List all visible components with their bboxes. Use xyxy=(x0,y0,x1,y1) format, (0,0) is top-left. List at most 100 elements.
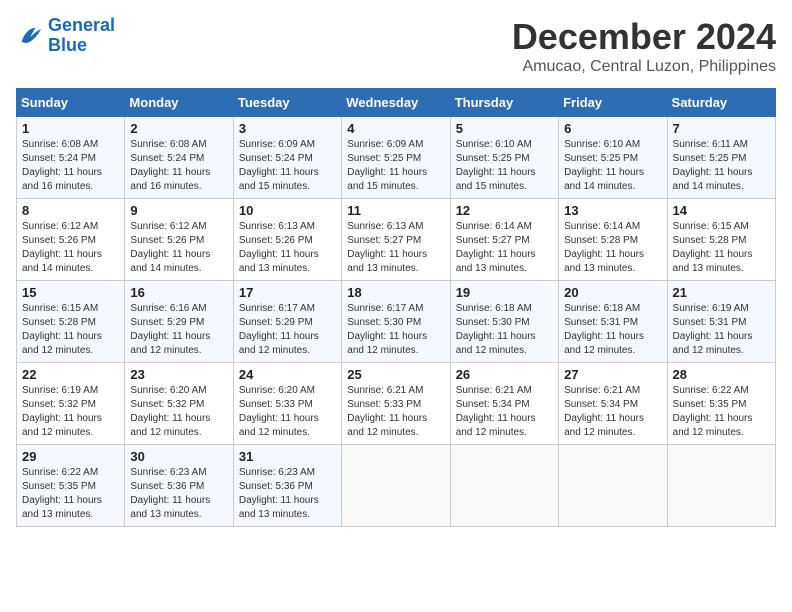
calendar-table: SundayMondayTuesdayWednesdayThursdayFrid… xyxy=(16,88,776,527)
day-number: 12 xyxy=(456,203,553,218)
calendar-cell: 26 Sunrise: 6:21 AMSunset: 5:34 PMDayligh… xyxy=(450,363,558,445)
day-info: Sunrise: 6:12 AMSunset: 5:26 PMDaylight:… xyxy=(130,220,227,276)
weekday-header-friday: Friday xyxy=(559,89,667,117)
day-info: Sunrise: 6:20 AMSunset: 5:32 PMDaylight:… xyxy=(130,384,227,440)
calendar-cell: 16 Sunrise: 6:16 AMSunset: 5:29 PMDayligh… xyxy=(125,281,233,363)
day-info: Sunrise: 6:21 AMSunset: 5:34 PMDaylight:… xyxy=(564,384,661,440)
day-info: Sunrise: 6:21 AMSunset: 5:34 PMDaylight:… xyxy=(456,384,553,440)
day-number: 29 xyxy=(22,449,119,464)
day-number: 26 xyxy=(456,367,553,382)
day-info: Sunrise: 6:17 AMSunset: 5:29 PMDaylight:… xyxy=(239,302,336,358)
day-number: 8 xyxy=(22,203,119,218)
day-number: 11 xyxy=(347,203,444,218)
calendar-cell: 29Sunrise: 6:22 AMSunset: 5:35 PMDayligh… xyxy=(17,445,125,527)
day-info: Sunrise: 6:19 AMSunset: 5:32 PMDaylight:… xyxy=(22,384,119,440)
day-number: 19 xyxy=(456,285,553,300)
day-info: Sunrise: 6:10 AMSunset: 5:25 PMDaylight:… xyxy=(564,138,661,194)
day-number: 10 xyxy=(239,203,336,218)
day-number: 22 xyxy=(22,367,119,382)
calendar-cell xyxy=(450,445,558,527)
calendar-week-0: 1Sunrise: 6:08 AMSunset: 5:24 PMDaylight… xyxy=(17,117,776,199)
calendar-cell: 31 Sunrise: 6:23 AMSunset: 5:36 PMDayligh… xyxy=(233,445,341,527)
day-number: 1 xyxy=(22,121,119,136)
calendar-cell: 13 Sunrise: 6:14 AMSunset: 5:28 PMDayligh… xyxy=(559,199,667,281)
calendar-cell: 15 Sunrise: 6:15 AMSunset: 5:28 PMDayligh… xyxy=(17,281,125,363)
calendar-cell: 7 Sunrise: 6:11 AMSunset: 5:25 PMDaylight… xyxy=(667,117,775,199)
day-number: 7 xyxy=(673,121,770,136)
day-number: 30 xyxy=(130,449,227,464)
day-info: Sunrise: 6:13 AMSunset: 5:26 PMDaylight:… xyxy=(239,220,336,276)
day-info: Sunrise: 6:14 AMSunset: 5:28 PMDaylight:… xyxy=(564,220,661,276)
title-block: December 2024 Amucao, Central Luzon, Phi… xyxy=(512,16,776,76)
weekday-header-saturday: Saturday xyxy=(667,89,775,117)
day-number: 20 xyxy=(564,285,661,300)
day-number: 13 xyxy=(564,203,661,218)
calendar-cell xyxy=(559,445,667,527)
calendar-cell xyxy=(667,445,775,527)
day-info: Sunrise: 6:09 AMSunset: 5:24 PMDaylight:… xyxy=(239,138,336,194)
calendar-cell: 22 Sunrise: 6:19 AMSunset: 5:32 PMDayligh… xyxy=(17,363,125,445)
calendar-cell: 2Sunrise: 6:08 AMSunset: 5:24 PMDaylight… xyxy=(125,117,233,199)
day-info: Sunrise: 6:13 AMSunset: 5:27 PMDaylight:… xyxy=(347,220,444,276)
day-info: Sunrise: 6:17 AMSunset: 5:30 PMDaylight:… xyxy=(347,302,444,358)
day-number: 25 xyxy=(347,367,444,382)
day-number: 18 xyxy=(347,285,444,300)
day-info: Sunrise: 6:18 AMSunset: 5:30 PMDaylight:… xyxy=(456,302,553,358)
day-number: 17 xyxy=(239,285,336,300)
day-number: 15 xyxy=(22,285,119,300)
calendar-cell: 4Sunrise: 6:09 AMSunset: 5:25 PMDaylight… xyxy=(342,117,450,199)
logo-text: General Blue xyxy=(48,16,115,56)
day-number: 3 xyxy=(239,121,336,136)
day-info: Sunrise: 6:15 AMSunset: 5:28 PMDaylight:… xyxy=(22,302,119,358)
calendar-cell: 11 Sunrise: 6:13 AMSunset: 5:27 PMDayligh… xyxy=(342,199,450,281)
weekday-header-wednesday: Wednesday xyxy=(342,89,450,117)
calendar-week-1: 8 Sunrise: 6:12 AMSunset: 5:26 PMDaylight… xyxy=(17,199,776,281)
day-info: Sunrise: 6:23 AMSunset: 5:36 PMDaylight:… xyxy=(239,466,336,522)
day-number: 2 xyxy=(130,121,227,136)
calendar-cell: 27 Sunrise: 6:21 AMSunset: 5:34 PMDayligh… xyxy=(559,363,667,445)
day-info: Sunrise: 6:11 AMSunset: 5:25 PMDaylight:… xyxy=(673,138,770,194)
day-info: Sunrise: 6:21 AMSunset: 5:33 PMDaylight:… xyxy=(347,384,444,440)
day-number: 14 xyxy=(673,203,770,218)
calendar-cell xyxy=(342,445,450,527)
weekday-header-monday: Monday xyxy=(125,89,233,117)
day-info: Sunrise: 6:18 AMSunset: 5:31 PMDaylight:… xyxy=(564,302,661,358)
weekday-header-tuesday: Tuesday xyxy=(233,89,341,117)
calendar-cell: 5 Sunrise: 6:10 AMSunset: 5:25 PMDaylight… xyxy=(450,117,558,199)
day-number: 31 xyxy=(239,449,336,464)
day-number: 23 xyxy=(130,367,227,382)
calendar-cell: 8 Sunrise: 6:12 AMSunset: 5:26 PMDaylight… xyxy=(17,199,125,281)
calendar-cell: 3 Sunrise: 6:09 AMSunset: 5:24 PMDaylight… xyxy=(233,117,341,199)
calendar-cell: 12 Sunrise: 6:14 AMSunset: 5:27 PMDayligh… xyxy=(450,199,558,281)
day-info: Sunrise: 6:10 AMSunset: 5:25 PMDaylight:… xyxy=(456,138,553,194)
page-header: General Blue December 2024 Amucao, Centr… xyxy=(16,16,776,76)
logo: General Blue xyxy=(16,16,115,56)
calendar-cell: 30Sunrise: 6:23 AMSunset: 5:36 PMDayligh… xyxy=(125,445,233,527)
day-number: 16 xyxy=(130,285,227,300)
month-title: December 2024 xyxy=(512,16,776,58)
calendar-cell: 6 Sunrise: 6:10 AMSunset: 5:25 PMDaylight… xyxy=(559,117,667,199)
day-info: Sunrise: 6:16 AMSunset: 5:29 PMDaylight:… xyxy=(130,302,227,358)
calendar-week-4: 29Sunrise: 6:22 AMSunset: 5:35 PMDayligh… xyxy=(17,445,776,527)
calendar-cell: 23 Sunrise: 6:20 AMSunset: 5:32 PMDayligh… xyxy=(125,363,233,445)
day-info: Sunrise: 6:19 AMSunset: 5:31 PMDaylight:… xyxy=(673,302,770,358)
calendar-week-3: 22 Sunrise: 6:19 AMSunset: 5:32 PMDayligh… xyxy=(17,363,776,445)
day-number: 27 xyxy=(564,367,661,382)
calendar-cell: 14Sunrise: 6:15 AMSunset: 5:28 PMDayligh… xyxy=(667,199,775,281)
calendar-cell: 17 Sunrise: 6:17 AMSunset: 5:29 PMDayligh… xyxy=(233,281,341,363)
day-number: 4 xyxy=(347,121,444,136)
day-number: 24 xyxy=(239,367,336,382)
day-info: Sunrise: 6:14 AMSunset: 5:27 PMDaylight:… xyxy=(456,220,553,276)
calendar-cell: 1Sunrise: 6:08 AMSunset: 5:24 PMDaylight… xyxy=(17,117,125,199)
day-number: 21 xyxy=(673,285,770,300)
day-number: 5 xyxy=(456,121,553,136)
calendar-cell: 19 Sunrise: 6:18 AMSunset: 5:30 PMDayligh… xyxy=(450,281,558,363)
day-info: Sunrise: 6:22 AMSunset: 5:35 PMDaylight:… xyxy=(673,384,770,440)
day-number: 6 xyxy=(564,121,661,136)
day-number: 9 xyxy=(130,203,227,218)
day-info: Sunrise: 6:12 AMSunset: 5:26 PMDaylight:… xyxy=(22,220,119,276)
calendar-cell: 9 Sunrise: 6:12 AMSunset: 5:26 PMDaylight… xyxy=(125,199,233,281)
calendar-cell: 18 Sunrise: 6:17 AMSunset: 5:30 PMDayligh… xyxy=(342,281,450,363)
day-info: Sunrise: 6:20 AMSunset: 5:33 PMDaylight:… xyxy=(239,384,336,440)
location: Amucao, Central Luzon, Philippines xyxy=(512,58,776,76)
